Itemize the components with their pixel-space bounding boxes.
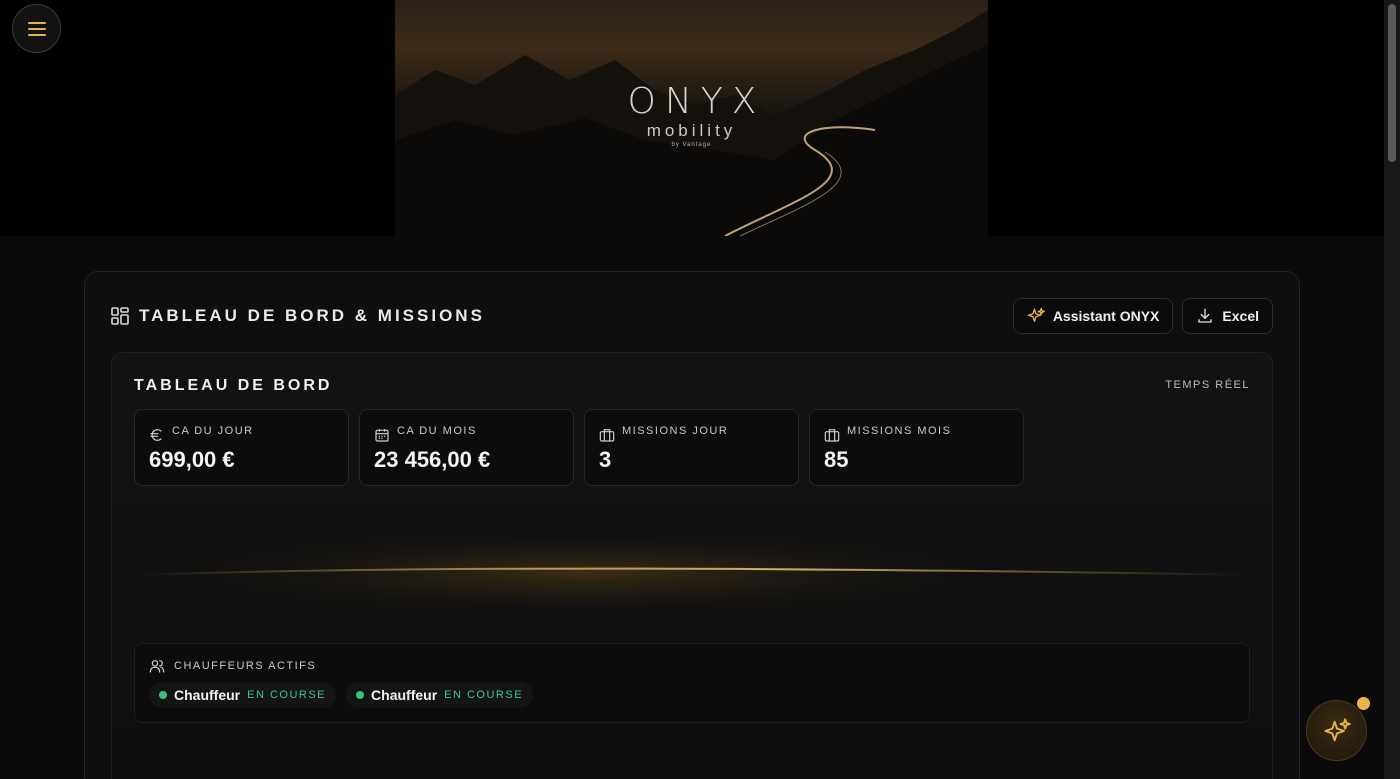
stat-label: MISSIONS MOIS	[847, 425, 952, 437]
status-dot	[356, 691, 365, 699]
stat-card-ca-mois: CA DU MOIS 23 456,00 €	[359, 409, 574, 486]
page-title: TABLEAU DE BORD & MISSIONS	[139, 306, 485, 325]
driver-status: EN COURSE	[247, 689, 327, 701]
floating-assistant-button[interactable]	[1306, 700, 1367, 761]
grid-icon	[111, 307, 129, 325]
sparkles-icon	[1323, 717, 1351, 741]
page-scrollbar[interactable]	[1384, 0, 1400, 779]
stat-label: CA DU MOIS	[397, 425, 477, 437]
driver-status: EN COURSE	[444, 689, 524, 701]
panel-header: TABLEAU DE BORD & MISSIONS	[111, 306, 485, 326]
excel-export-button[interactable]: Excel	[1182, 298, 1273, 334]
excel-button-label: Excel	[1222, 308, 1259, 324]
stat-card-ca-jour: CA DU JOUR 699,00 €	[134, 409, 349, 486]
driver-name: Chauffeur	[174, 687, 241, 703]
notification-badge	[1357, 697, 1370, 710]
driver-name: Chauffeur	[371, 687, 438, 703]
status-dot	[159, 691, 167, 699]
stat-label: CA DU JOUR	[172, 425, 254, 437]
hero-banner: ONYX mobility by Vantage	[0, 0, 1384, 236]
stat-value: 85	[824, 447, 849, 472]
download-icon	[1198, 308, 1213, 323]
brand-logo: ONYX mobility by Vantage	[395, 81, 988, 149]
drivers-title: CHAUFFEURS ACTIFS	[174, 660, 317, 672]
drivers-header: CHAUFFEURS ACTIFS	[149, 658, 316, 674]
hamburger-icon	[27, 21, 46, 36]
briefcase-icon	[824, 429, 840, 442]
briefcase-icon	[599, 429, 615, 442]
sparkles-icon	[1027, 307, 1045, 322]
stat-value: 699,00 €	[149, 447, 235, 472]
dashboard-section: TABLEAU DE BORD TEMPS RÉEL CA DU JOUR 69…	[111, 352, 1273, 779]
driver-chip[interactable]: Chauffeur EN COURSE	[346, 682, 534, 708]
drivers-list: Chauffeur EN COURSE Chauffeur EN COURSE	[149, 682, 534, 708]
brand-tagline: mobility	[646, 121, 737, 140]
calendar-icon	[375, 429, 389, 442]
menu-button[interactable]	[12, 4, 61, 53]
active-drivers-section: CHAUFFEURS ACTIFS Chauffeur EN COURSE Ch…	[134, 643, 1250, 723]
dashboard-title: TABLEAU DE BORD	[134, 377, 333, 394]
decorative-light-streak	[134, 523, 1252, 623]
assistant-button[interactable]: Assistant ONYX	[1012, 298, 1174, 334]
brand-name: ONYX	[627, 81, 766, 122]
stat-value: 3	[599, 447, 612, 472]
stat-label: MISSIONS JOUR	[622, 425, 729, 437]
stat-card-missions-jour: MISSIONS JOUR 3	[584, 409, 799, 486]
dashboard-panel: TABLEAU DE BORD & MISSIONS Assistant ONY…	[84, 271, 1300, 779]
stat-value: 23 456,00 €	[374, 447, 491, 472]
brand-byline: by Vantage	[671, 142, 712, 148]
users-icon	[149, 660, 165, 673]
assistant-button-label: Assistant ONYX	[1052, 308, 1160, 324]
stats-row: CA DU JOUR 699,00 € CA DU MOIS 23 456,00…	[134, 409, 1024, 486]
header-actions: Assistant ONYX Excel	[1012, 298, 1273, 334]
euro-icon	[150, 429, 162, 441]
driver-chip[interactable]: Chauffeur EN COURSE	[149, 682, 337, 708]
stat-card-missions-mois: MISSIONS MOIS 85	[809, 409, 1024, 486]
scrollbar-thumb[interactable]	[1388, 4, 1396, 162]
live-indicator: TEMPS RÉEL	[1165, 379, 1250, 391]
